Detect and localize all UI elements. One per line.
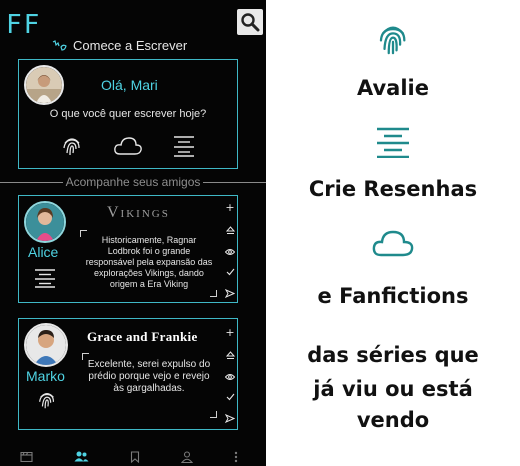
promo-line-6: vendo (356, 408, 430, 432)
clapperboard-icon (20, 451, 33, 462)
greeting-text: Olá, Mari (101, 77, 158, 93)
eye-icon (225, 248, 235, 255)
show-title[interactable]: Vikings (107, 204, 170, 222)
send-button[interactable] (225, 289, 235, 298)
friend-avatar[interactable] (24, 201, 66, 243)
view-button[interactable] (225, 248, 235, 256)
fingerprint-icon (39, 392, 55, 409)
more-icon (234, 451, 237, 462)
writing-hand-icon (52, 39, 67, 51)
align-center-icon (35, 269, 55, 288)
promo-line-1: Avalie (356, 76, 429, 100)
write-review-button[interactable] (60, 134, 84, 158)
fingerprint-icon (379, 26, 406, 55)
app-screen: FF Comece a Escrever Olá, Mari O que voc… (0, 0, 266, 466)
review-corner-br (210, 411, 217, 418)
check-button[interactable] (226, 393, 235, 401)
search-button[interactable] (237, 9, 263, 35)
review-corner-br (210, 290, 217, 297)
send-icon (225, 289, 235, 298)
promo-fingerprint (266, 22, 520, 56)
start-writing-label: Comece a Escrever (73, 38, 188, 53)
send-icon (225, 414, 235, 423)
friend-post-card[interactable]: Marko Grace and Frankie Excelente, serei… (18, 318, 238, 430)
add-button[interactable]: + (225, 202, 234, 213)
friend-name: Marko (26, 368, 65, 384)
review-text: Historicamente, Ragnar Lodbrok foi o gra… (85, 235, 213, 289)
check-icon (226, 268, 234, 276)
friend-avatar[interactable] (24, 323, 68, 367)
fingerprint-icon (63, 138, 80, 156)
nav-profile[interactable] (180, 450, 193, 463)
start-writing-link[interactable]: Comece a Escrever (52, 38, 187, 53)
promo-align (266, 126, 520, 158)
eject-button[interactable] (225, 225, 235, 235)
eject-button[interactable] (225, 350, 235, 360)
search-icon (241, 13, 260, 32)
send-button[interactable] (225, 414, 235, 423)
show-title[interactable]: Grace and Frankie (87, 329, 198, 345)
post-type (34, 268, 56, 292)
friends-icon (74, 451, 89, 462)
check-button[interactable] (226, 268, 235, 276)
profile-icon (180, 450, 193, 463)
write-fanfiction-button[interactable] (113, 134, 143, 158)
post-actions: + (223, 202, 237, 298)
friend-post-card[interactable]: Alice Vikings Historicamente, Ragnar Lod… (18, 195, 238, 303)
promo-line-2: Crie Resenhas (308, 177, 478, 201)
eject-icon (225, 225, 235, 234)
app-logo: FF (6, 10, 42, 40)
post-type (36, 389, 58, 415)
promo-panel: Avalie Crie Resenhas e Fanfictions das s… (266, 0, 520, 466)
write-text-button[interactable] (172, 134, 196, 158)
align-center-icon (174, 136, 195, 157)
write-card: Olá, Mari O que você quer escrever hoje? (18, 59, 238, 169)
post-actions: + (223, 327, 237, 423)
promo-line-3: e Fanfictions (317, 284, 469, 308)
add-button[interactable]: + (225, 327, 234, 338)
cloud-icon (372, 230, 414, 257)
add-icon: + (225, 201, 235, 214)
cloud-icon (114, 137, 142, 155)
write-question: O que você quer escrever hoje? (49, 108, 207, 120)
user-avatar[interactable] (24, 65, 64, 105)
friend-name: Alice (28, 244, 59, 260)
align-center-icon (377, 127, 409, 158)
nav-friends[interactable] (74, 451, 89, 462)
friends-section-title: Acompanhe seus amigos (65, 175, 201, 189)
promo-cloud (266, 228, 520, 258)
review-text: Excelente, serei expulso do prédio porqu… (87, 359, 211, 394)
view-button[interactable] (225, 373, 235, 381)
nav-more[interactable] (234, 451, 238, 463)
eject-icon (225, 350, 235, 359)
promo-line-5: já viu ou está (313, 377, 473, 401)
check-icon (226, 393, 234, 401)
nav-series[interactable] (20, 451, 33, 462)
bottom-nav (0, 447, 266, 466)
bookmark-icon (130, 450, 140, 463)
nav-saved[interactable] (130, 450, 140, 463)
add-icon: + (225, 326, 235, 339)
promo-line-4: das séries que (307, 343, 479, 367)
friends-section-header: Acompanhe seus amigos (0, 175, 266, 189)
eye-icon (225, 373, 235, 380)
